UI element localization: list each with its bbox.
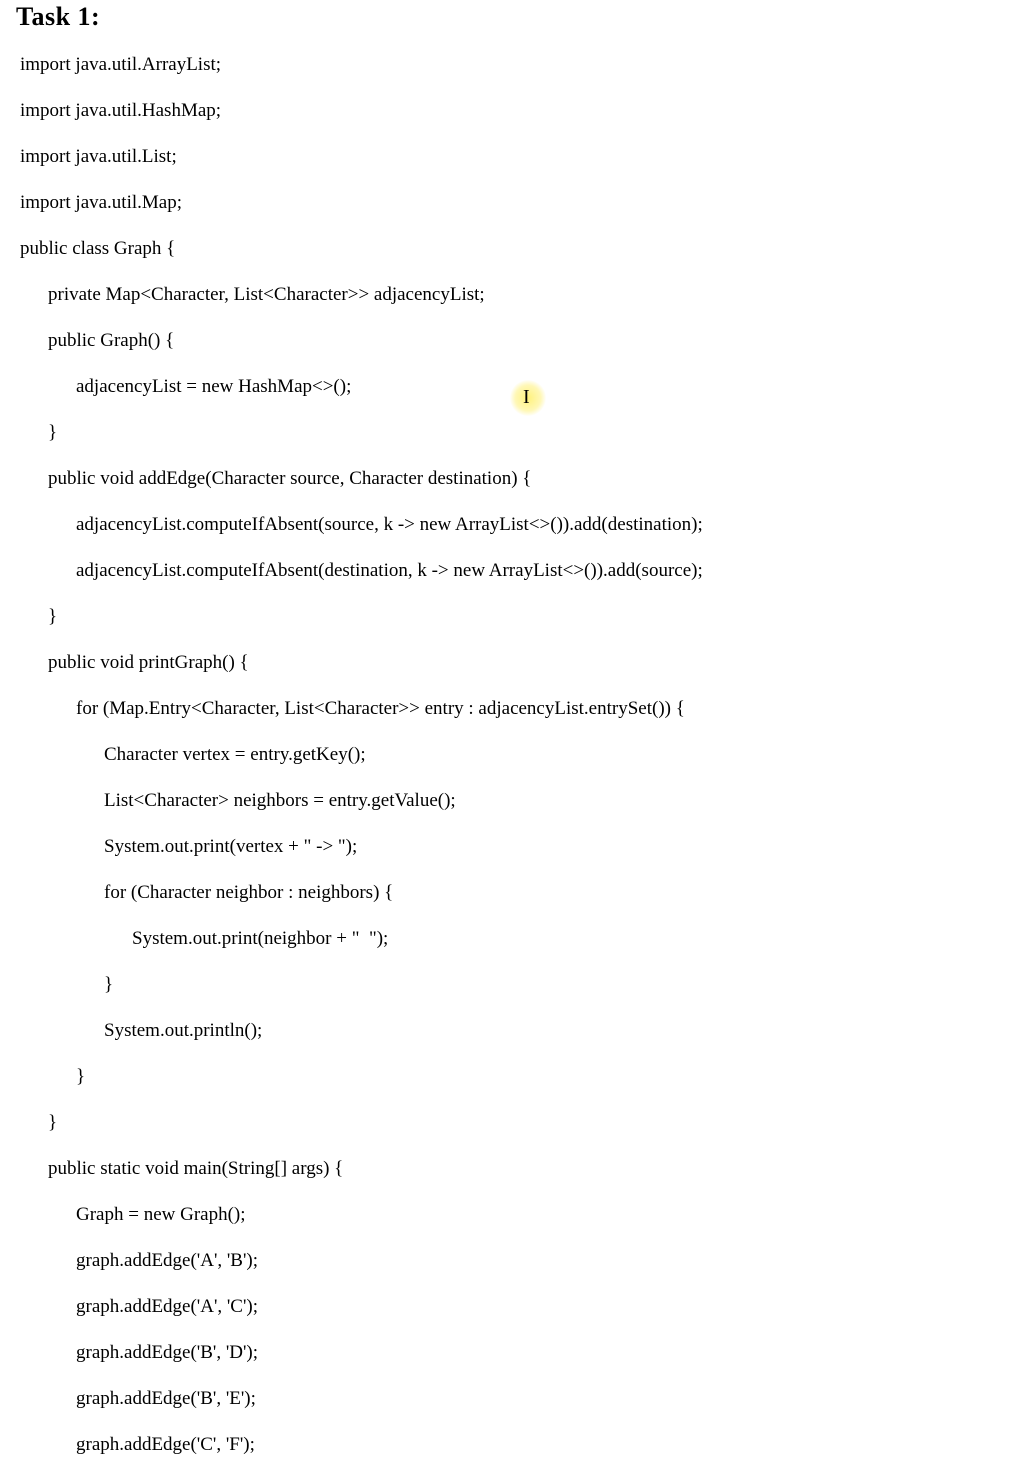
code-line: adjacencyList = new HashMap<>();	[20, 375, 1014, 398]
code-line: import java.util.List;	[20, 145, 1014, 168]
code-line: import java.util.HashMap;	[20, 99, 1014, 122]
code-line: graph.addEdge('A', 'C');	[20, 1295, 1014, 1318]
code-line: Character vertex = entry.getKey();	[20, 743, 1014, 766]
code-line: Graph = new Graph();	[20, 1203, 1014, 1226]
code-line: System.out.print(vertex + " -> ");	[20, 835, 1014, 858]
code-line: private Map<Character, List<Character>> …	[20, 283, 1014, 306]
task-title: Task 1:	[16, 2, 100, 32]
code-line: }	[20, 1065, 1014, 1088]
code-line: }	[20, 973, 1014, 996]
code-line: public Graph() {	[20, 329, 1014, 352]
code-line: public void printGraph() {	[20, 651, 1014, 674]
code-line: public void addEdge(Character source, Ch…	[20, 467, 1014, 490]
code-line: }	[20, 421, 1014, 444]
code-line: adjacencyList.computeIfAbsent(destinatio…	[20, 559, 1014, 582]
code-line: graph.addEdge('C', 'F');	[20, 1433, 1014, 1456]
code-line: System.out.print(neighbor + " ");	[20, 927, 1014, 950]
code-line: }	[20, 1111, 1014, 1134]
code-line: graph.addEdge('A', 'B');	[20, 1249, 1014, 1272]
code-line: }	[20, 605, 1014, 628]
code-line: for (Map.Entry<Character, List<Character…	[20, 697, 1014, 720]
code-block: import java.util.ArrayList; import java.…	[20, 30, 1014, 1479]
code-line: for (Character neighbor : neighbors) {	[20, 881, 1014, 904]
code-line: public class Graph {	[20, 237, 1014, 260]
code-line: public static void main(String[] args) {	[20, 1157, 1014, 1180]
code-line: graph.addEdge('B', 'E');	[20, 1387, 1014, 1410]
code-line: import java.util.ArrayList;	[20, 53, 1014, 76]
code-line: List<Character> neighbors = entry.getVal…	[20, 789, 1014, 812]
code-line: adjacencyList.computeIfAbsent(source, k …	[20, 513, 1014, 536]
code-line: System.out.println();	[20, 1019, 1014, 1042]
code-line: import java.util.Map;	[20, 191, 1014, 214]
code-line: graph.addEdge('B', 'D');	[20, 1341, 1014, 1364]
